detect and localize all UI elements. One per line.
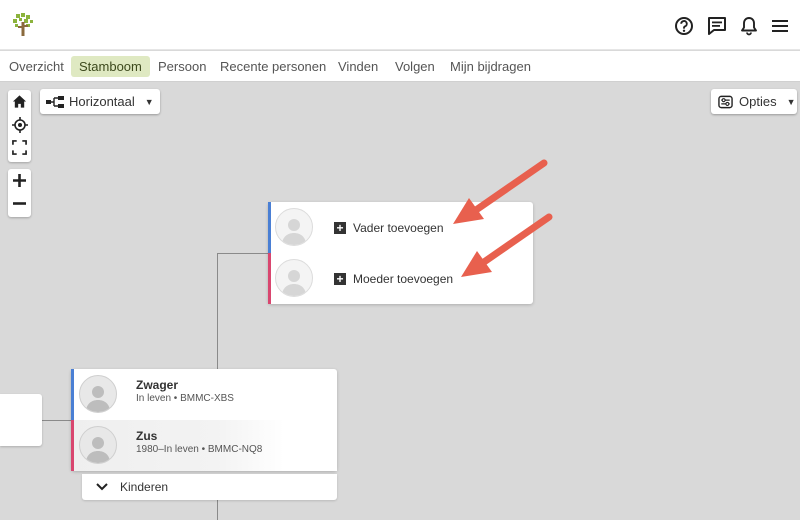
- add-mother-label: Moeder toevoegen: [353, 272, 454, 286]
- partial-person-card[interactable]: [0, 394, 42, 446]
- fullscreen-button[interactable]: [8, 136, 31, 159]
- tab-overzicht[interactable]: Overzicht: [1, 56, 72, 77]
- tree-connector: [42, 420, 72, 421]
- male-indicator: [71, 369, 74, 420]
- person-card-wife[interactable]: Zus 1980–In leven • BMMC-NQ8: [71, 420, 337, 471]
- options-dropdown-label: Opties: [739, 94, 777, 109]
- tab-stamboom[interactable]: Stamboom: [71, 56, 150, 77]
- locate-button[interactable]: [8, 113, 31, 136]
- children-toggle[interactable]: Kinderen: [82, 474, 337, 500]
- add-mother-slot[interactable]: + Moeder toevoegen: [268, 253, 533, 304]
- add-mother-button[interactable]: + Moeder toevoegen: [334, 272, 453, 286]
- zoom-out-button[interactable]: [8, 192, 31, 215]
- notifications-icon[interactable]: [738, 15, 760, 37]
- home-icon: [12, 95, 27, 108]
- avatar-placeholder-icon: [79, 426, 117, 464]
- tree-connector: [217, 500, 218, 520]
- messages-icon[interactable]: [706, 15, 728, 37]
- avatar-placeholder-icon: [275, 208, 313, 246]
- plus-icon: +: [334, 222, 346, 234]
- tab-persoon[interactable]: Persoon: [150, 56, 214, 77]
- locate-icon: [11, 116, 28, 133]
- tree-connector: [217, 253, 268, 254]
- zoom-out-icon: [13, 202, 26, 205]
- person-details: In leven • BMMC-XBS: [136, 393, 234, 404]
- female-indicator: [268, 253, 271, 304]
- avatar-placeholder-icon: [79, 375, 117, 413]
- person-card-husband[interactable]: Zwager In leven • BMMC-XBS: [71, 369, 337, 420]
- home-button[interactable]: [8, 90, 31, 113]
- plus-icon: +: [334, 273, 346, 285]
- tab-volgen[interactable]: Volgen: [387, 56, 443, 77]
- tree-connector: [217, 253, 218, 369]
- chevron-down-icon: ▼: [144, 96, 154, 107]
- add-father-label: Vader toevoegen: [353, 221, 444, 235]
- add-father-slot[interactable]: + Vader toevoegen: [268, 202, 533, 253]
- help-icon[interactable]: [673, 15, 695, 37]
- person-details: 1980–In leven • BMMC-NQ8: [136, 444, 263, 455]
- zoom-in-button[interactable]: [8, 169, 31, 192]
- family-tree-logo[interactable]: [11, 12, 35, 38]
- tab-recente-personen[interactable]: Recente personen: [212, 56, 334, 77]
- menu-icon[interactable]: [769, 15, 791, 37]
- chevron-down-icon: [96, 483, 108, 491]
- children-label: Kinderen: [120, 480, 169, 494]
- options-icon: [718, 95, 733, 108]
- layout-dropdown[interactable]: Horizontaal ▼: [40, 89, 160, 114]
- chevron-down-icon: ▼: [786, 96, 796, 107]
- fullscreen-icon: [12, 140, 27, 155]
- nav-bar: Overzicht Stamboom Persoon Recente perso…: [0, 51, 800, 82]
- tab-mijn-bijdragen[interactable]: Mijn bijdragen: [442, 56, 539, 77]
- female-indicator: [71, 420, 74, 471]
- male-indicator: [268, 202, 271, 253]
- layout-dropdown-label: Horizontaal: [69, 94, 135, 109]
- couple-card: Zwager In leven • BMMC-XBS Zus 1980–In l…: [71, 369, 337, 471]
- person-name[interactable]: Zus: [136, 429, 157, 443]
- zoom-controls: [8, 169, 31, 217]
- top-bar: [0, 0, 800, 50]
- tab-vinden[interactable]: Vinden: [330, 56, 386, 77]
- parents-card: + Vader toevoegen + Moeder toevoegen: [268, 202, 533, 304]
- map-controls: [8, 90, 31, 162]
- avatar-placeholder-icon: [275, 259, 313, 297]
- zoom-in-icon: [13, 174, 26, 187]
- options-dropdown[interactable]: Opties ▼: [711, 89, 797, 114]
- person-name[interactable]: Zwager: [136, 378, 178, 392]
- tree-layout-icon: [46, 95, 64, 108]
- add-father-button[interactable]: + Vader toevoegen: [334, 221, 444, 235]
